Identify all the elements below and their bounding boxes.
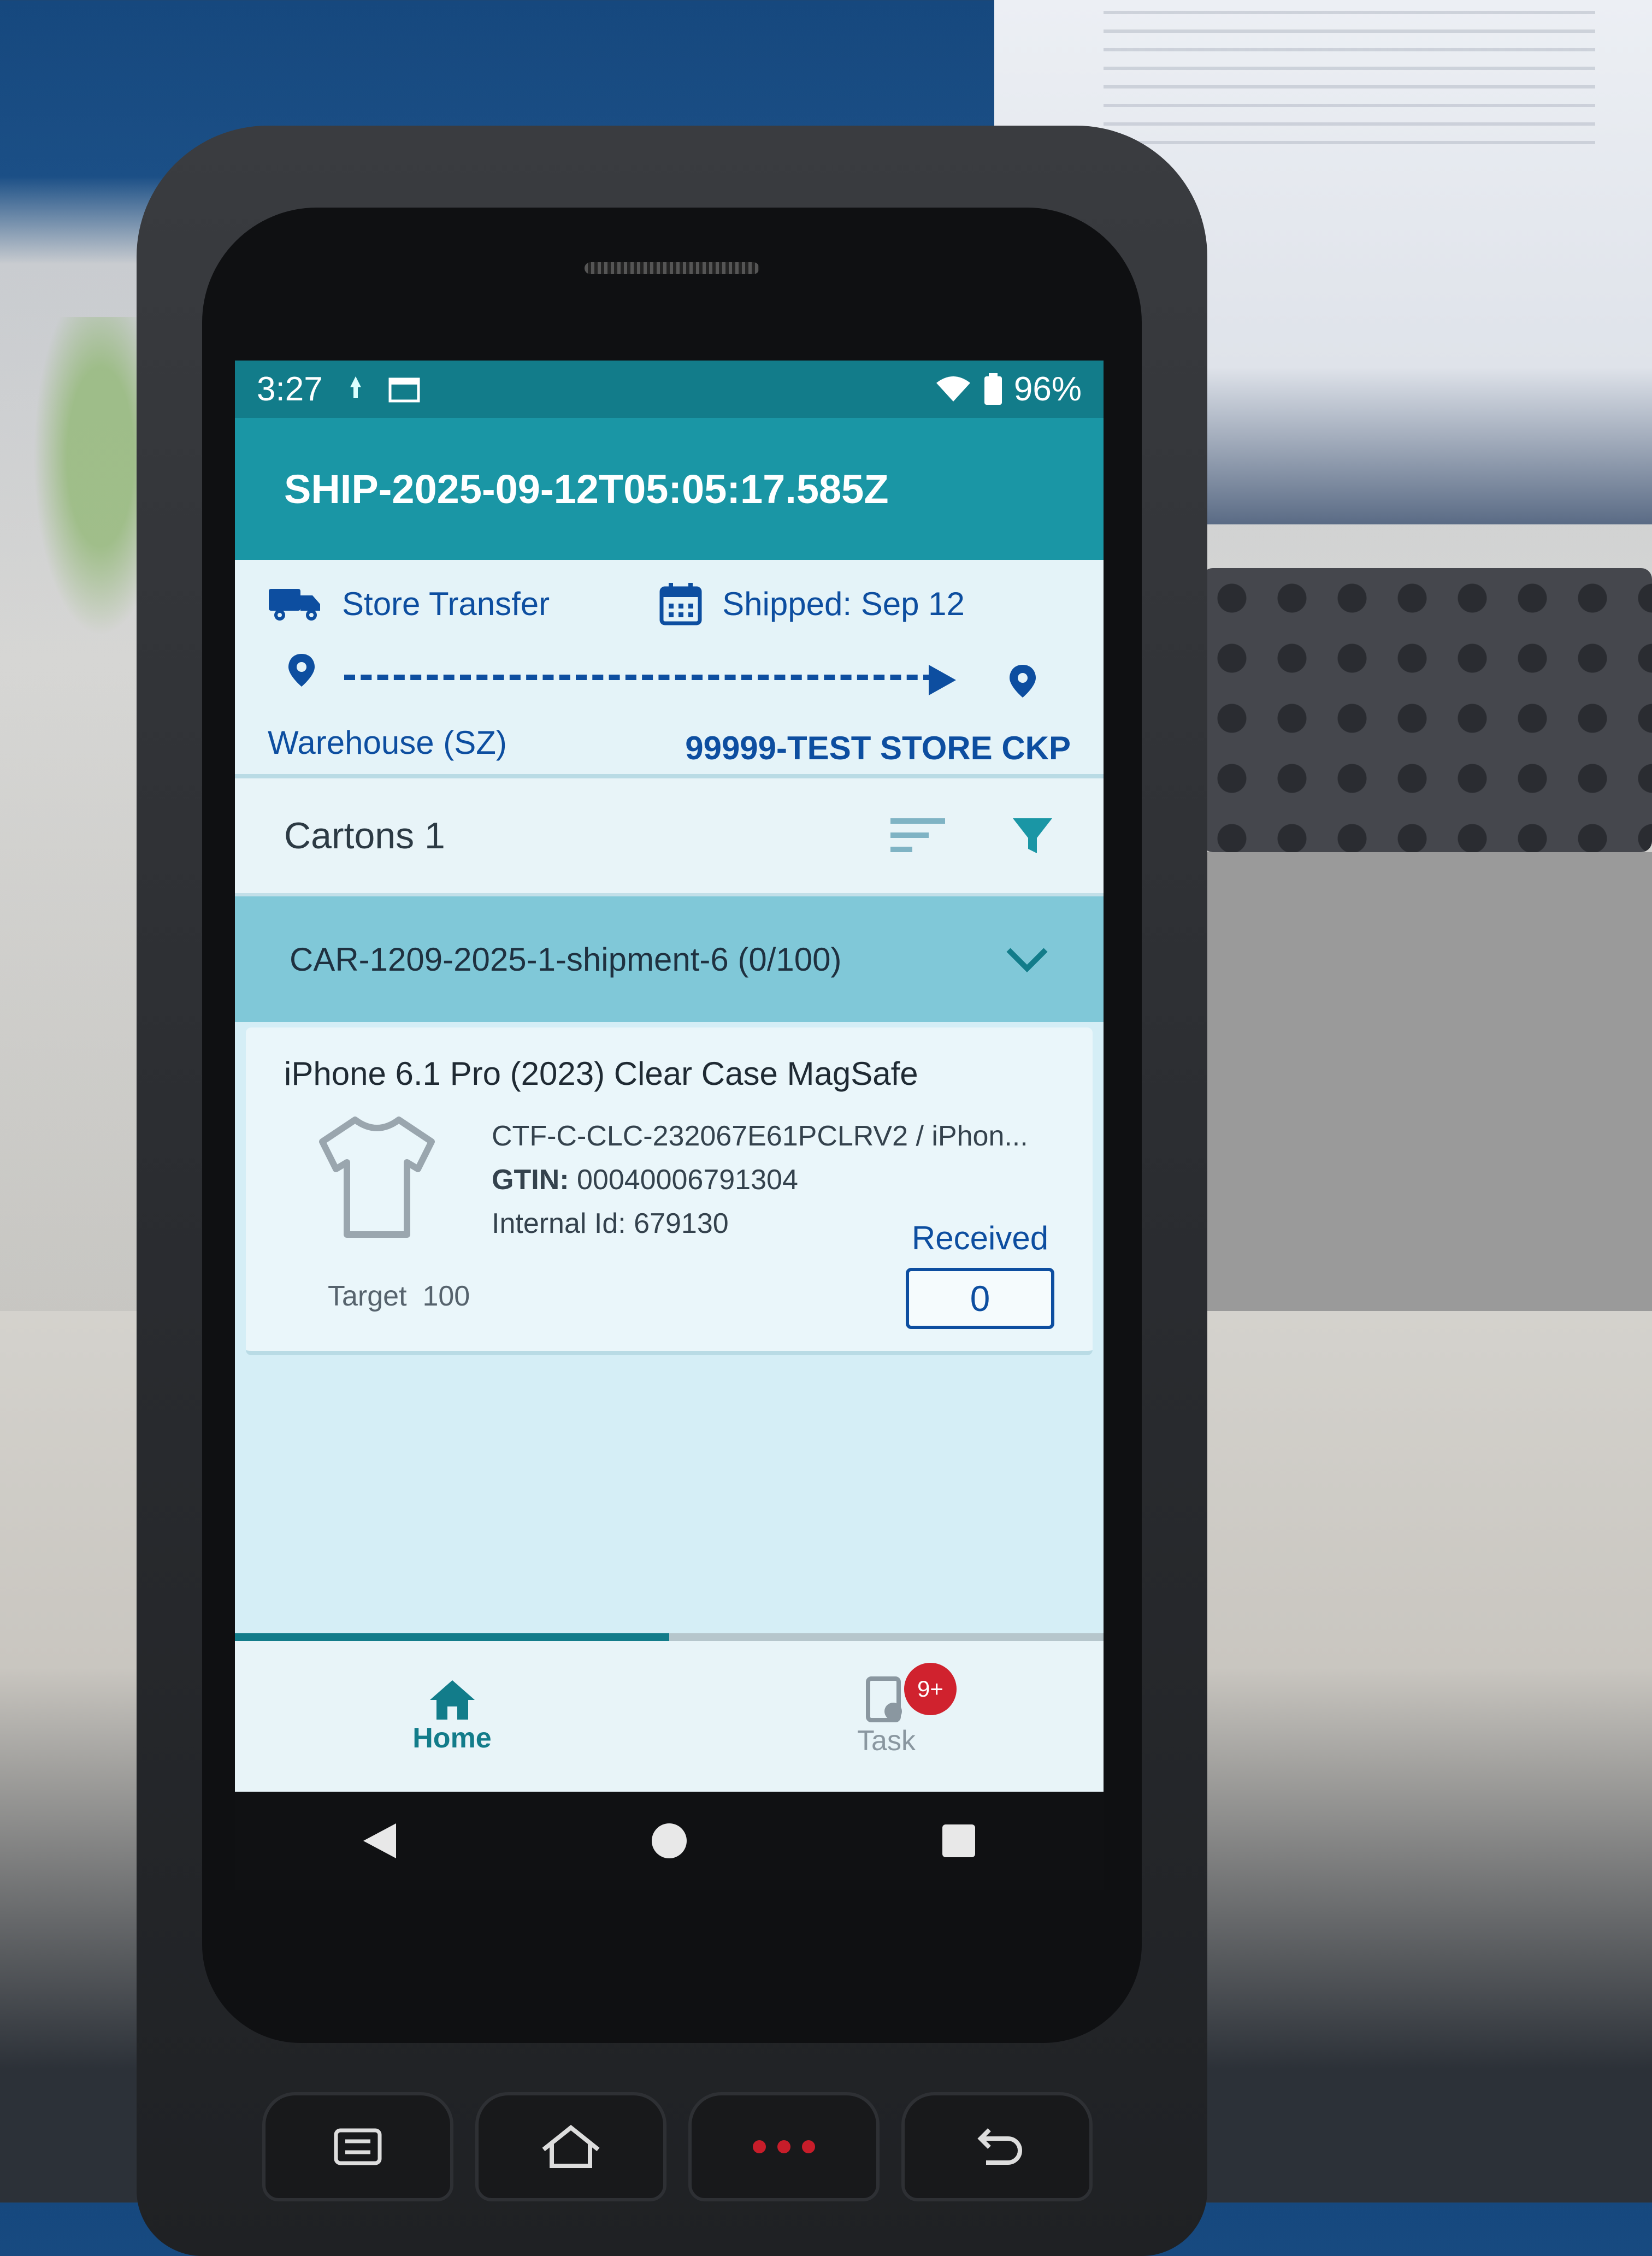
received-label: Received xyxy=(911,1220,1049,1256)
back-triangle-icon[interactable] xyxy=(358,1819,402,1863)
three-dots-icon xyxy=(753,2140,815,2153)
calendar-icon xyxy=(659,583,702,625)
nav-task-label: Task xyxy=(857,1725,916,1757)
calendar-icon xyxy=(388,377,420,402)
background-laptop xyxy=(1191,852,1652,1311)
status-bar: 3:27 96% xyxy=(235,361,1104,418)
wifi-icon xyxy=(936,376,970,401)
back-arrow-icon xyxy=(977,2128,1022,2165)
home-icon xyxy=(429,1680,475,1720)
route-line xyxy=(344,675,934,680)
destination-pin-icon xyxy=(1010,665,1036,698)
cartons-header: Cartons 1 xyxy=(235,778,1104,896)
nav-task[interactable]: Task 9+ xyxy=(669,1641,1104,1792)
hardware-back-button[interactable] xyxy=(901,2092,1093,2201)
hardware-menu-button[interactable] xyxy=(262,2092,453,2201)
battery-icon xyxy=(984,373,1002,405)
cartons-count: Cartons 1 xyxy=(284,815,445,857)
item-sku: CTF-C-CLC-232067E61PCLRV2 / iPhon... xyxy=(492,1120,1028,1152)
system-navigation-bar xyxy=(235,1792,1104,1890)
tshirt-icon xyxy=(319,1117,435,1238)
background-monitor-content xyxy=(1104,11,1595,153)
sort-icon[interactable] xyxy=(890,814,945,858)
received-quantity-input[interactable]: 0 xyxy=(906,1268,1054,1329)
recents-square-icon[interactable] xyxy=(937,1819,981,1863)
tab-indicator-active xyxy=(235,1633,669,1641)
internal-id-value: 679130 xyxy=(634,1208,729,1239)
app-bar: SHIP-2025-09-12T05:05:17.585Z xyxy=(235,418,1104,560)
device-screen: 3:27 96% SHIP-2025-09-12T05:05:17.585Z S… xyxy=(235,361,1104,1792)
target-quantity: Target 100 xyxy=(328,1280,470,1313)
origin-location: Warehouse (SZ) xyxy=(268,724,507,761)
target-label: Target xyxy=(328,1280,407,1312)
gtin-value: 00040006791304 xyxy=(576,1164,798,1196)
gtin-label: GTIN: xyxy=(492,1164,569,1196)
background-plant xyxy=(22,317,153,666)
task-icon xyxy=(865,1676,902,1722)
chevron-down-icon[interactable] xyxy=(1005,946,1049,973)
menu-icon xyxy=(334,2128,382,2165)
hardware-scan-button[interactable] xyxy=(688,2092,880,2201)
home-outline-icon xyxy=(542,2125,600,2168)
hardware-home-button[interactable] xyxy=(475,2092,666,2201)
carton-label: CAR-1209-2025-1-shipment-6 (0/100) xyxy=(290,941,842,978)
home-circle-icon[interactable] xyxy=(647,1819,691,1863)
received-block: Received 0 xyxy=(906,1219,1054,1329)
task-badge: 9+ xyxy=(904,1663,957,1715)
page-title: SHIP-2025-09-12T05:05:17.585Z xyxy=(284,466,889,512)
shipment-route: Warehouse (SZ) 99999-TEST STORE CKP xyxy=(268,642,1071,767)
route-arrow-icon xyxy=(929,665,956,695)
hardware-buttons xyxy=(262,2092,1093,2201)
item-title: iPhone 6.1 Pro (2023) Clear Case MagSafe xyxy=(284,1055,918,1092)
bottom-navigation: Home Task 9+ xyxy=(235,1641,1104,1792)
tab-indicator xyxy=(235,1633,1104,1641)
truck-icon xyxy=(269,589,320,621)
status-time: 3:27 xyxy=(257,370,323,408)
notification-icon xyxy=(350,376,361,398)
item-card[interactable]: iPhone 6.1 Pro (2023) Clear Case MagSafe… xyxy=(246,1027,1093,1355)
earpiece-speaker xyxy=(585,262,759,274)
shipped-date: Shipped: Sep 12 xyxy=(722,585,965,622)
origin-pin-icon xyxy=(288,654,315,687)
battery-level: 96% xyxy=(1013,370,1082,408)
internal-id-label: Internal Id: xyxy=(492,1208,626,1239)
carton-row[interactable]: CAR-1209-2025-1-shipment-6 (0/100) xyxy=(235,896,1104,1022)
background-keyboard xyxy=(1202,568,1652,852)
nav-home[interactable]: Home xyxy=(235,1641,669,1792)
shipment-info-card: Store Transfer Shipped: Sep 12 Warehouse… xyxy=(235,560,1104,778)
filter-icon[interactable] xyxy=(1011,814,1054,858)
nav-home-label: Home xyxy=(412,1722,492,1754)
destination-location: 99999-TEST STORE CKP xyxy=(685,730,1071,766)
target-value: 100 xyxy=(422,1280,470,1312)
shipment-type: Store Transfer xyxy=(342,585,550,622)
